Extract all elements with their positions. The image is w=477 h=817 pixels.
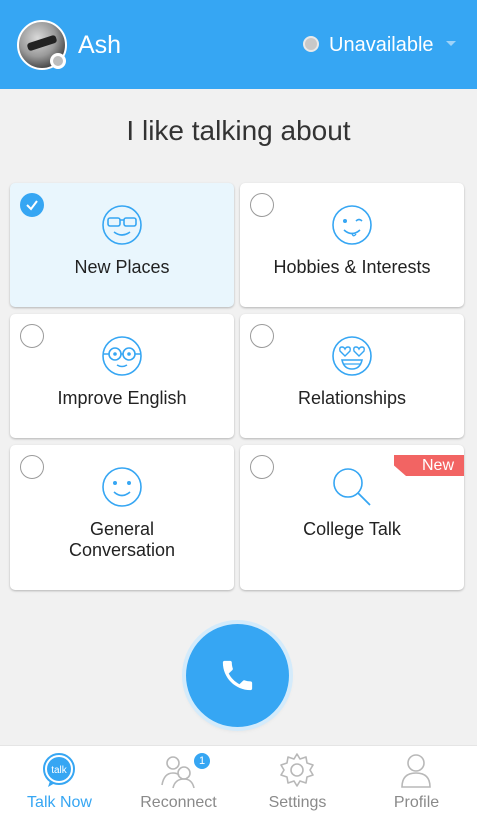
- nav-reconnect[interactable]: 1 Reconnect: [119, 746, 238, 817]
- bottom-nav: talk Talk Now 1 Reconnect Settings Profi…: [0, 745, 477, 817]
- heart-eyes-face-icon: [332, 336, 372, 376]
- nav-label: Talk Now: [27, 794, 92, 811]
- chevron-down-icon[interactable]: [446, 41, 456, 46]
- topic-card-relationships[interactable]: Relationships: [240, 314, 464, 438]
- avatar-photo: [26, 34, 58, 52]
- call-button[interactable]: [186, 624, 289, 727]
- topic-label: College Talk: [303, 519, 401, 539]
- topic-label: New Places: [74, 257, 170, 277]
- talk-bubble-icon: talk: [43, 753, 75, 787]
- topic-card-improve-english[interactable]: Improve English: [10, 314, 234, 438]
- availability-status-dropdown[interactable]: Unavailable: [329, 33, 434, 57]
- topic-label-line1: General: [89, 519, 155, 539]
- nav-label: Reconnect: [140, 794, 217, 811]
- checkmark-icon: [26, 200, 38, 211]
- topic-card-new-places[interactable]: New Places: [10, 183, 234, 307]
- availability-status-dot[interactable]: [303, 36, 319, 52]
- topic-checkbox[interactable]: [250, 324, 274, 348]
- gear-icon: [280, 753, 314, 787]
- topic-label: Improve English: [57, 388, 187, 408]
- topic-checkbox[interactable]: [250, 455, 274, 479]
- nerd-glasses-face-icon: [102, 336, 142, 376]
- nav-profile[interactable]: Profile: [357, 746, 476, 817]
- talk-icon-text: talk: [51, 765, 68, 776]
- nav-settings[interactable]: Settings: [238, 746, 357, 817]
- app-header: Ash Unavailable: [0, 0, 477, 89]
- topic-checkbox[interactable]: [250, 193, 274, 217]
- topic-card-hobbies-interests[interactable]: Hobbies & Interests: [240, 183, 464, 307]
- person-icon: [401, 754, 431, 788]
- topic-label-line2: Conversation: [68, 540, 176, 560]
- nav-label: Settings: [268, 794, 327, 811]
- topic-label: Relationships: [297, 388, 407, 408]
- reconnect-badge: 1: [192, 751, 212, 771]
- people-icon: [161, 756, 195, 789]
- topic-label: Hobbies & Interests: [273, 257, 431, 277]
- user-name: Ash: [78, 31, 122, 59]
- new-badge: New: [394, 455, 464, 476]
- sunglasses-face-icon: [102, 205, 142, 245]
- nav-talk-now[interactable]: talk Talk Now: [0, 746, 119, 817]
- topic-card-general-conversation[interactable]: General Conversation: [10, 445, 234, 590]
- page-title: I like talking about: [126, 115, 351, 146]
- topic-checkbox[interactable]: [20, 193, 44, 217]
- smiling-face-icon: [102, 467, 142, 507]
- phone-icon: [222, 660, 253, 691]
- winking-face-icon: [332, 205, 372, 245]
- topic-checkbox[interactable]: [20, 455, 44, 479]
- avatar-status-dot: [50, 53, 66, 69]
- magnifier-icon: [333, 468, 371, 506]
- topic-checkbox[interactable]: [20, 324, 44, 348]
- nav-label: Profile: [393, 794, 440, 811]
- topic-card-college-talk[interactable]: New College Talk: [240, 445, 464, 590]
